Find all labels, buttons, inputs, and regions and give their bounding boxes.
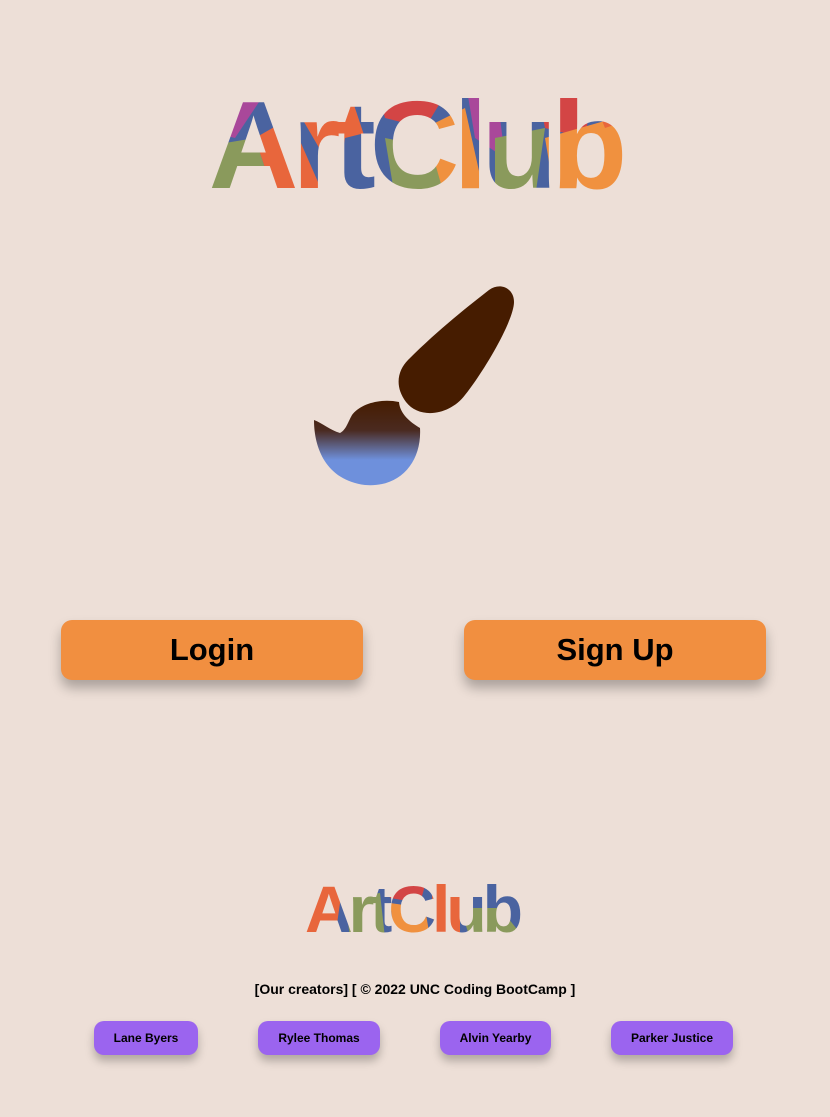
creator-button-lane-byers[interactable]: Lane Byers — [94, 1021, 198, 1055]
login-button[interactable]: Login — [61, 620, 363, 680]
copyright-text: [ © 2022 UNC Coding BootCamp ] — [351, 981, 576, 997]
paintbrush-icon — [314, 286, 514, 486]
creator-button-parker-justice[interactable]: Parker Justice — [611, 1021, 733, 1055]
signup-button[interactable]: Sign Up — [464, 620, 766, 680]
creator-button-alvin-yearby[interactable]: Alvin Yearby — [440, 1021, 551, 1055]
creator-button-rylee-thomas[interactable]: Rylee Thomas — [258, 1021, 380, 1055]
artclub-logo-graphic: ArtClub — [208, 78, 623, 198]
creators-label: [Our creators] — [254, 981, 349, 997]
footer-credits: [Our creators] [ © 2022 UNC Coding BootC… — [0, 981, 830, 997]
logo-text: ArtClub — [0, 0, 1, 1]
footer-artclub-logo: ArtClub — [305, 872, 521, 938]
